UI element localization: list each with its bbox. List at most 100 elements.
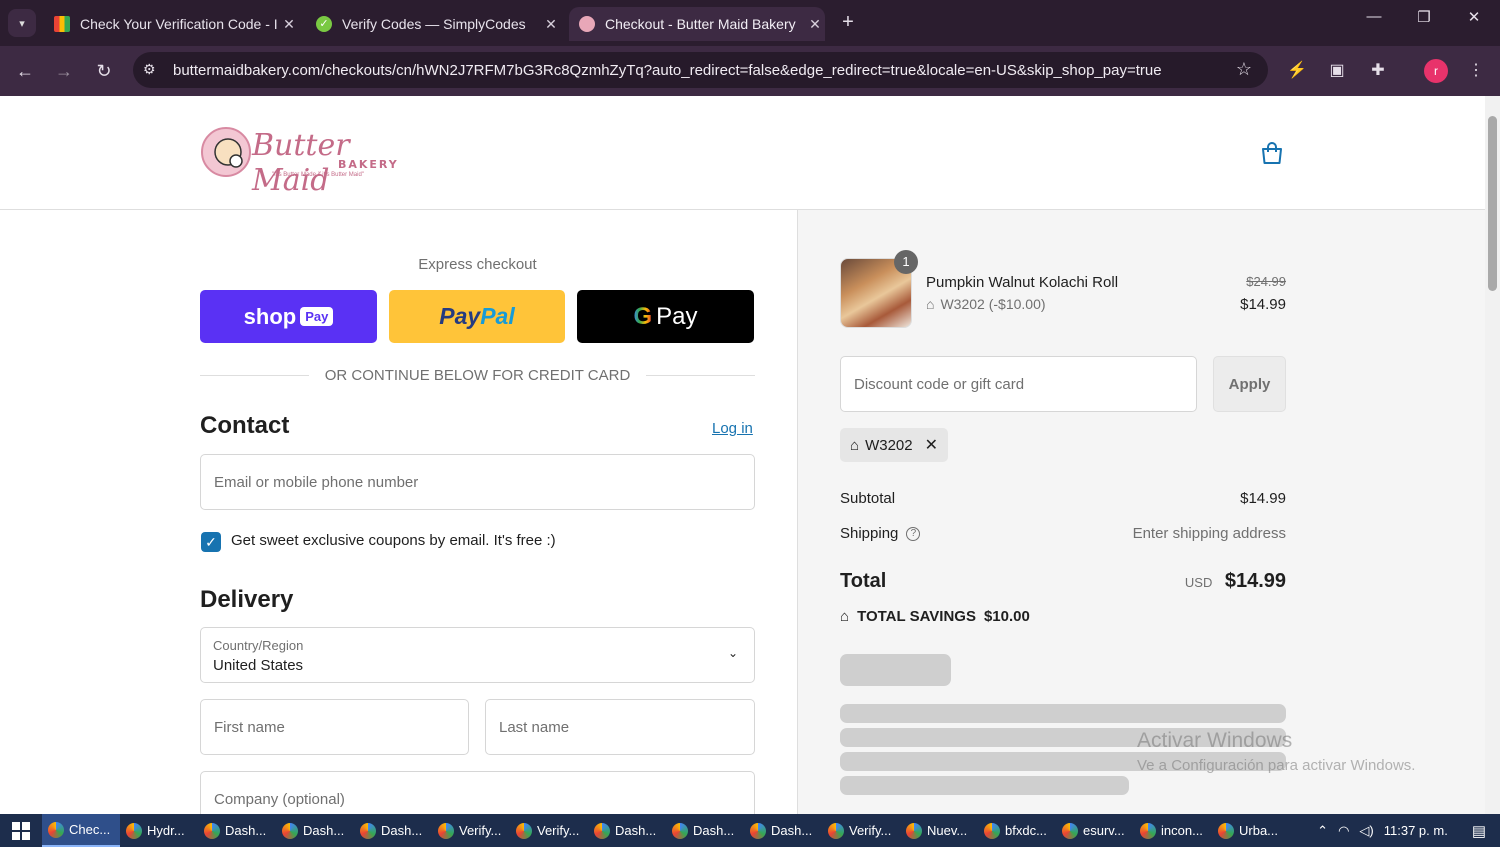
- discount-code-field[interactable]: Discount code or gift card: [840, 356, 1197, 412]
- bookmark-star-icon[interactable]: ☆: [1236, 59, 1252, 80]
- first-name-field[interactable]: First name: [200, 699, 469, 755]
- clock[interactable]: 11:37 p. m.: [1384, 823, 1448, 838]
- country-value: United States: [213, 657, 304, 674]
- applied-discount-chip: ⌂ W3202 ✕: [840, 428, 948, 462]
- app-icon: [1218, 822, 1234, 839]
- applied-code: W3202: [865, 436, 913, 454]
- minimize-button[interactable]: —: [1354, 8, 1394, 25]
- loading-skeleton: [840, 704, 1286, 723]
- restore-button[interactable]: ❐: [1404, 8, 1444, 26]
- network-icon[interactable]: ◠: [1338, 823, 1349, 839]
- start-button[interactable]: [0, 814, 42, 847]
- taskbar-app[interactable]: esurv...: [1056, 814, 1134, 847]
- app-icon: [282, 822, 298, 839]
- discounted-price: $14.99: [1240, 296, 1286, 313]
- close-icon[interactable]: ✕: [541, 16, 561, 33]
- country-label: Country/Region: [213, 638, 304, 653]
- scrollbar-thumb[interactable]: [1488, 116, 1497, 291]
- taskbar-app[interactable]: Dash...: [198, 814, 276, 847]
- taskbar-app[interactable]: Urba...: [1212, 814, 1290, 847]
- taskbar-app[interactable]: Dash...: [588, 814, 666, 847]
- taskbar-app[interactable]: Chec...: [42, 814, 120, 847]
- reload-button[interactable]: ↻: [92, 59, 116, 83]
- taskbar-app[interactable]: Hydr...: [120, 814, 198, 847]
- tab-checkout[interactable]: Checkout - Butter Maid Bakery ✕: [569, 7, 825, 41]
- paypal-label-a: Pay: [439, 303, 481, 329]
- tab-simplycodes[interactable]: ✓ Verify Codes — SimplyCodes ✕: [306, 7, 561, 41]
- taskbar-app[interactable]: Nuev...: [900, 814, 978, 847]
- tab-search-button[interactable]: ▾: [8, 9, 36, 37]
- divider-line: [200, 374, 309, 376]
- profile-avatar[interactable]: r: [1424, 59, 1448, 83]
- app-icon: [984, 822, 1000, 839]
- extension-icon[interactable]: ⚡: [1285, 59, 1309, 83]
- country-select[interactable]: Country/Region United States ⌄: [200, 627, 755, 683]
- taskbar-app[interactable]: incon...: [1134, 814, 1212, 847]
- media-icon[interactable]: ▣: [1325, 59, 1349, 83]
- tag-icon: ⌂: [926, 296, 935, 312]
- app-icon: [594, 822, 610, 839]
- checkout-form: Express checkout shop Pay Pay Pal G Pay …: [0, 210, 797, 814]
- taskbar-app[interactable]: Dash...: [744, 814, 822, 847]
- taskbar-app[interactable]: Dash...: [354, 814, 432, 847]
- store-logo[interactable]: Butter Maid BAKERY "It's Butter Made if …: [200, 118, 400, 198]
- volume-icon[interactable]: ◁): [1359, 823, 1373, 839]
- taskbar-app-label: esurv...: [1083, 823, 1125, 838]
- back-button[interactable]: ←: [13, 59, 37, 83]
- email-field[interactable]: Email or mobile phone number: [200, 454, 755, 510]
- marketing-checkbox[interactable]: ✓: [201, 532, 221, 552]
- gmail-icon: [54, 16, 70, 32]
- forward-button[interactable]: →: [52, 59, 76, 83]
- shopping-bag-icon: [1262, 142, 1282, 164]
- tab-title: Checkout - Butter Maid Bakery: [605, 16, 796, 32]
- app-icon: [126, 822, 142, 839]
- taskbar-app-label: Dash...: [615, 823, 657, 838]
- shop-pay-button[interactable]: shop Pay: [200, 290, 377, 343]
- remove-discount-icon[interactable]: ✕: [925, 435, 938, 455]
- help-icon[interactable]: ?: [906, 526, 921, 541]
- logo-subtext: BAKERY: [338, 158, 399, 171]
- extensions-puzzle-icon[interactable]: ✚: [1366, 59, 1390, 83]
- savings-value: $10.00: [983, 608, 1030, 625]
- close-icon[interactable]: ✕: [805, 16, 825, 33]
- checkout-page: Butter Maid BAKERY "It's Butter Made if …: [0, 96, 1485, 814]
- tab-gmail[interactable]: Check Your Verification Code - I ✕: [44, 7, 299, 41]
- taskbar-app[interactable]: Verify...: [510, 814, 588, 847]
- paypal-button[interactable]: Pay Pal: [389, 290, 565, 343]
- page-scrollbar[interactable]: [1485, 96, 1500, 814]
- new-tab-button[interactable]: +: [836, 10, 860, 34]
- email-placeholder: Email or mobile phone number: [214, 473, 419, 491]
- taskbar-app[interactable]: Dash...: [276, 814, 354, 847]
- currency-code: USD: [1184, 575, 1213, 590]
- close-window-button[interactable]: ✕: [1454, 8, 1494, 26]
- first-name-placeholder: First name: [214, 718, 285, 736]
- watermark-title: Activar Windows: [1137, 729, 1293, 752]
- google-pay-button[interactable]: G Pay: [577, 290, 754, 343]
- address-bar[interactable]: ⚙ buttermaidbakery.com/checkouts/cn/hWN2…: [133, 52, 1268, 88]
- site-info-icon[interactable]: ⚙: [143, 61, 156, 78]
- tag-icon: ⌂: [850, 436, 860, 454]
- login-link[interactable]: Log in: [712, 420, 753, 437]
- last-name-field[interactable]: Last name: [485, 699, 755, 755]
- taskbar-app-label: Verify...: [537, 823, 580, 838]
- shipping-row: Shipping ? Enter shipping address: [840, 525, 1286, 542]
- cart-button[interactable]: [1259, 140, 1285, 171]
- close-icon[interactable]: ✕: [279, 16, 299, 33]
- taskbar-app[interactable]: bfxdc...: [978, 814, 1056, 847]
- menu-kebab-icon[interactable]: ⋮: [1464, 59, 1488, 83]
- taskbar-app[interactable]: Verify...: [822, 814, 900, 847]
- product-discount-text: W3202 (-$10.00): [940, 296, 1046, 312]
- notifications-icon[interactable]: ▤: [1472, 822, 1486, 840]
- chevron-up-icon[interactable]: ⌃: [1317, 823, 1328, 839]
- taskbar-app-label: incon...: [1161, 823, 1203, 838]
- loading-skeleton: [840, 654, 951, 686]
- apply-button[interactable]: Apply: [1213, 356, 1286, 412]
- url-text[interactable]: buttermaidbakery.com/checkouts/cn/hWN2J7…: [173, 62, 1203, 79]
- browser-toolbar: ← → ↻ ⚙ buttermaidbakery.com/checkouts/c…: [0, 46, 1500, 96]
- taskbar-app[interactable]: Dash...: [666, 814, 744, 847]
- taskbar-apps: Chec... Hydr... Dash... Dash... Dash... Verif…: [42, 814, 1290, 847]
- company-field[interactable]: Company (optional): [200, 771, 755, 814]
- taskbar-app[interactable]: Verify...: [432, 814, 510, 847]
- or-divider: OR CONTINUE BELOW FOR CREDIT CARD: [200, 365, 756, 385]
- divider-line: [646, 374, 756, 376]
